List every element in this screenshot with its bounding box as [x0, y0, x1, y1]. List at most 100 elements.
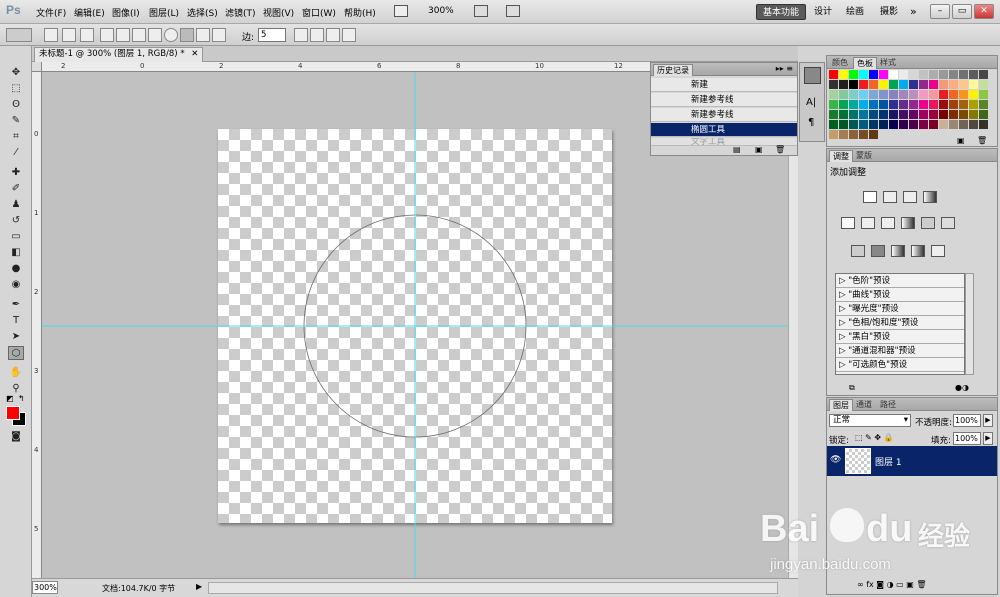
- brush-tool-icon[interactable]: ✐: [8, 182, 24, 196]
- color-swatch[interactable]: [899, 90, 908, 99]
- line-icon[interactable]: [196, 28, 210, 42]
- tab-channels[interactable]: 通道: [853, 399, 875, 411]
- color-swatch[interactable]: [849, 80, 858, 89]
- color-swatch[interactable]: [839, 70, 848, 79]
- fill-input[interactable]: 100%: [953, 432, 981, 445]
- history-panel-icon[interactable]: [804, 67, 821, 84]
- rounded-rectangle-icon[interactable]: [148, 28, 162, 42]
- color-swatch[interactable]: [879, 70, 888, 79]
- type-tool-icon[interactable]: T: [8, 314, 24, 328]
- tab-layers[interactable]: 图层: [829, 399, 853, 411]
- color-swatch[interactable]: [959, 120, 968, 129]
- menu-select[interactable]: 选择(S): [187, 6, 218, 19]
- tab-adjustments[interactable]: 调整: [829, 150, 853, 162]
- adjustment-presets-list[interactable]: ▷ "色阶"预设 ▷ "曲线"预设 ▷ "曝光度"预设 ▷ "色相/饱和度"预设…: [835, 273, 965, 375]
- paths-icon[interactable]: [62, 28, 76, 42]
- opacity-slider-arrow-icon[interactable]: ▶: [983, 414, 993, 427]
- swatch-grid[interactable]: [829, 70, 989, 139]
- color-swatch[interactable]: [939, 70, 948, 79]
- add-shape-area-icon[interactable]: [310, 28, 324, 42]
- color-swatch[interactable]: [889, 120, 898, 129]
- menu-file[interactable]: 文件(F): [36, 6, 66, 19]
- arrange-icon[interactable]: [474, 5, 488, 17]
- color-swatch[interactable]: [869, 100, 878, 109]
- color-swatch[interactable]: [979, 120, 988, 129]
- tab-history[interactable]: 历史记录: [653, 64, 693, 76]
- marquee-tool-icon[interactable]: ⬚: [8, 82, 24, 96]
- color-swatch[interactable]: [889, 100, 898, 109]
- color-swatch[interactable]: [919, 90, 928, 99]
- color-swatch[interactable]: [859, 100, 868, 109]
- color-swatch[interactable]: [909, 120, 918, 129]
- new-snapshot-icon[interactable]: ▤: [733, 145, 741, 154]
- workspace-essentials[interactable]: 基本功能: [756, 4, 807, 20]
- new-document-icon[interactable]: ▣: [755, 145, 763, 154]
- color-swatch[interactable]: [959, 70, 968, 79]
- history-brush-tool-icon[interactable]: ↺: [8, 214, 24, 228]
- gradient-map-icon[interactable]: [911, 245, 925, 257]
- color-swatch[interactable]: [889, 90, 898, 99]
- color-swatch[interactable]: [929, 120, 938, 129]
- color-swatch[interactable]: [849, 90, 858, 99]
- custom-shape-icon[interactable]: [212, 28, 226, 42]
- lasso-tool-icon[interactable]: ʘ: [8, 98, 24, 112]
- fill-slider-arrow-icon[interactable]: ▶: [983, 432, 993, 445]
- blend-mode-select[interactable]: 正常 ▾: [829, 414, 911, 427]
- color-swatch[interactable]: [869, 120, 878, 129]
- color-swatch[interactable]: [849, 110, 858, 119]
- rectangle-icon[interactable]: [132, 28, 146, 42]
- crop-tool-icon[interactable]: ⌗: [8, 130, 24, 144]
- subtract-shape-area-icon[interactable]: [326, 28, 340, 42]
- color-swatch[interactable]: [959, 80, 968, 89]
- color-swatch[interactable]: [969, 120, 978, 129]
- color-swatch[interactable]: [829, 80, 838, 89]
- color-swatch[interactable]: [829, 90, 838, 99]
- color-swatch[interactable]: [899, 110, 908, 119]
- color-swatch[interactable]: [919, 110, 928, 119]
- color-swatch[interactable]: [849, 130, 858, 139]
- color-swatch[interactable]: [959, 90, 968, 99]
- color-swatch[interactable]: [829, 70, 838, 79]
- color-swatch[interactable]: [899, 100, 908, 109]
- close-tab-icon[interactable]: ✕: [191, 49, 198, 59]
- color-balance-icon[interactable]: [881, 217, 895, 229]
- channel-mixer-icon[interactable]: [941, 217, 955, 229]
- freeform-pen-icon[interactable]: [116, 28, 130, 42]
- threshold-icon[interactable]: [891, 245, 905, 257]
- pen-tool-icon[interactable]: ✒: [8, 298, 24, 312]
- color-swatch[interactable]: [829, 130, 838, 139]
- menu-filter[interactable]: 滤镜(T): [225, 6, 256, 19]
- clip-to-layer-icon[interactable]: ●◑: [955, 383, 969, 392]
- color-swatch[interactable]: [909, 110, 918, 119]
- color-swatch[interactable]: [919, 120, 928, 129]
- color-swatch[interactable]: [939, 110, 948, 119]
- opacity-input[interactable]: 100%: [953, 414, 981, 427]
- color-swatch[interactable]: [869, 80, 878, 89]
- color-swatch[interactable]: [969, 90, 978, 99]
- color-swatch[interactable]: [949, 80, 958, 89]
- color-swatch[interactable]: [949, 70, 958, 79]
- ellipse-icon[interactable]: [164, 28, 178, 42]
- polygon-icon[interactable]: [180, 28, 194, 42]
- color-swatch[interactable]: [979, 70, 988, 79]
- color-swatch[interactable]: [839, 130, 848, 139]
- color-swatch[interactable]: [859, 120, 868, 129]
- menu-view[interactable]: 视图(V): [263, 6, 294, 19]
- tab-masks[interactable]: 蒙版: [853, 150, 875, 162]
- sides-input[interactable]: 5: [258, 28, 286, 42]
- shape-layers-icon[interactable]: [44, 28, 58, 42]
- brightness-contrast-icon[interactable]: [863, 191, 877, 203]
- vertical-ruler[interactable]: 0 1 2 3 4 5: [32, 72, 42, 578]
- fill-pixels-icon[interactable]: [80, 28, 94, 42]
- color-swatch[interactable]: [979, 90, 988, 99]
- history-item-selected[interactable]: 椭圆工具: [651, 123, 797, 137]
- color-swatch[interactable]: [879, 110, 888, 119]
- shape-tool-icon[interactable]: ⬡: [8, 346, 24, 360]
- workspace-photography[interactable]: 摄影: [874, 4, 904, 20]
- color-swatch[interactable]: [949, 110, 958, 119]
- ruler-origin[interactable]: [32, 62, 42, 72]
- healing-brush-tool-icon[interactable]: ✚: [8, 166, 24, 180]
- color-swatch[interactable]: [939, 100, 948, 109]
- color-swatch[interactable]: [839, 90, 848, 99]
- color-swatch[interactable]: [929, 80, 938, 89]
